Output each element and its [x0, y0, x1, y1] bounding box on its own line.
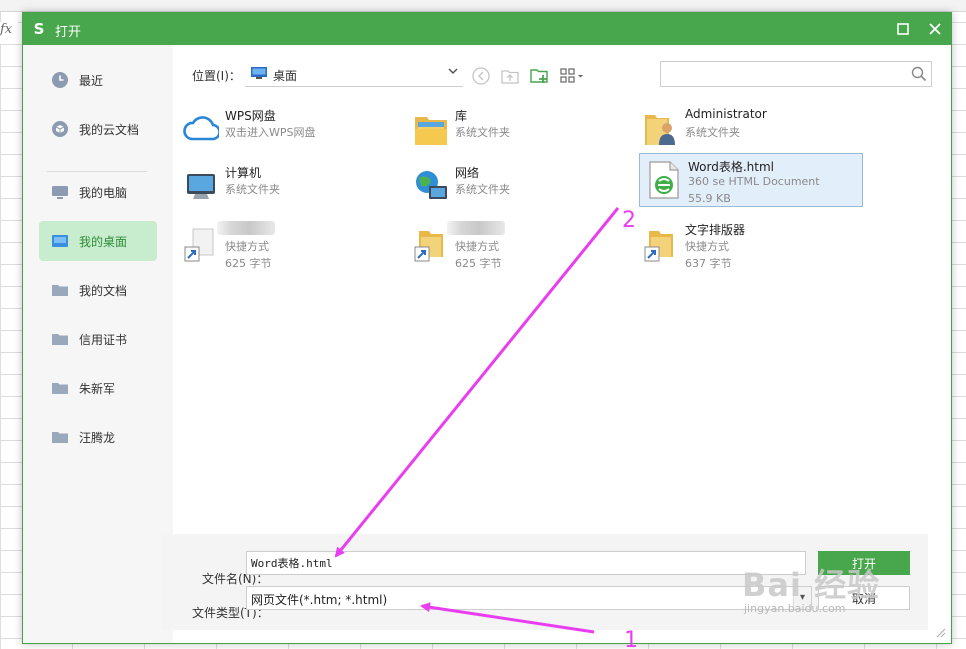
watermark-brand: Bai 经验 — [742, 566, 881, 604]
new-folder-icon — [530, 69, 548, 83]
desktop-icon — [251, 67, 267, 79]
sidebar-item-recent[interactable]: 最近 — [39, 60, 157, 100]
network-icon — [416, 171, 447, 199]
dialog-titlebar[interactable]: S 打开 — [23, 13, 951, 45]
file-name: 文字排版器 — [685, 223, 746, 237]
watermark-url: jingyan.baidu.com — [744, 602, 846, 615]
sidebar-item-credit-certificate[interactable]: 信用证书 — [39, 319, 157, 359]
sidebar-item-label: 我的桌面 — [79, 235, 128, 249]
back-button[interactable] — [470, 65, 492, 87]
desktop-icon — [52, 235, 68, 247]
file-name: 库 — [455, 109, 468, 123]
file-description: 双击进入WPS网盘 — [225, 126, 316, 139]
file-description: 系统文件夹 — [455, 126, 510, 139]
clock-icon — [52, 72, 68, 88]
resize-grip-icon[interactable] — [936, 628, 946, 638]
filetype-dropdown[interactable]: 网页文件(*.htm; *.html) ▾ — [246, 586, 812, 610]
sidebar-item-label: 朱新军 — [79, 382, 116, 396]
file-item-shortcut-2[interactable]: 快捷方式 625 字节 — [407, 217, 631, 271]
sidebar-item-my-documents[interactable]: 我的文档 — [39, 270, 157, 310]
folder-icon — [52, 285, 68, 296]
blurred-file-name — [447, 221, 505, 235]
html-document-icon — [649, 161, 679, 199]
search-field[interactable] — [660, 61, 932, 87]
wps-logo-icon: S — [33, 20, 45, 38]
file-item-text-typesetter[interactable]: 文字排版器 快捷方式 637 字节 — [637, 217, 861, 271]
computer-icon — [52, 186, 68, 199]
computer-icon — [187, 174, 215, 199]
back-arrow-icon — [472, 67, 490, 85]
file-name: 网络 — [455, 166, 480, 180]
search-icon — [911, 66, 927, 82]
view-mode-button[interactable] — [559, 65, 589, 87]
location-dropdown[interactable]: 桌面 — [245, 61, 463, 87]
sidebar-item-cloud-docs[interactable]: 我的云文档 — [39, 109, 157, 149]
sidebar: 最近 我的云文档 我的电脑 我的桌面 我的文档 信用证书 朱新军 汪腾龙 — [23, 45, 173, 643]
file-size: 55.9 KB — [688, 192, 731, 205]
shortcut-icon — [644, 231, 673, 262]
sidebar-item-wang-tenglong[interactable]: 汪腾龙 — [39, 417, 157, 457]
sidebar-item-label: 汪腾龙 — [79, 431, 116, 445]
folder-icon — [52, 383, 68, 394]
file-item-administrator[interactable]: Administrator 系统文件夹 — [637, 103, 861, 157]
dialog-title: 打开 — [55, 25, 82, 40]
folder-icon — [52, 432, 68, 443]
file-item-wps-cloud[interactable]: WPS网盘 双击进入WPS网盘 — [177, 103, 401, 157]
baidu-jingyan-watermark: Bai 经验 jingyan.baidu.com — [738, 556, 958, 626]
file-description: 系统文件夹 — [685, 126, 740, 139]
sidebar-item-zhu-xinjun[interactable]: 朱新军 — [39, 368, 157, 408]
up-folder-icon — [501, 70, 519, 84]
filename-input[interactable] — [246, 551, 806, 575]
formula-fx-label: fx — [0, 22, 18, 44]
file-size: 625 字节 — [225, 257, 272, 270]
shortcut-icon — [414, 231, 443, 262]
grid-view-icon — [560, 68, 583, 83]
file-item-library[interactable]: 库 系统文件夹 — [407, 103, 631, 157]
blurred-file-name — [217, 221, 275, 235]
sidebar-item-label: 最近 — [79, 74, 104, 88]
folder-icon — [52, 334, 68, 345]
annotation-label-2: 2 — [622, 208, 636, 233]
close-button[interactable] — [923, 17, 947, 41]
file-type: 360 se HTML Document — [688, 175, 820, 188]
file-name: WPS网盘 — [225, 109, 276, 123]
sidebar-item-label: 我的电脑 — [79, 186, 128, 200]
chevron-down-icon — [447, 65, 459, 80]
up-folder-button[interactable] — [499, 65, 521, 87]
maximize-button[interactable] — [891, 17, 915, 41]
file-size: 625 字节 — [455, 257, 502, 270]
cloud-icon — [183, 116, 219, 141]
file-description: 快捷方式 — [455, 240, 499, 253]
file-name: Word表格.html — [688, 160, 774, 174]
search-input[interactable] — [661, 62, 901, 86]
annotation-label-1: 1 — [624, 628, 638, 649]
user-folder-icon — [645, 115, 675, 145]
file-name: Administrator — [685, 107, 767, 121]
cloud-doc-icon — [52, 121, 68, 137]
file-name: 计算机 — [225, 166, 262, 180]
sidebar-item-label: 我的云文档 — [79, 123, 140, 137]
filetype-value: 网页文件(*.htm; *.html) — [251, 593, 388, 607]
file-description: 快捷方式 — [685, 240, 729, 253]
library-icon — [415, 117, 447, 145]
file-description: 系统文件夹 — [455, 183, 510, 196]
file-item-word-table-html[interactable]: Word表格.html 360 se HTML Document 55.9 KB — [639, 153, 863, 207]
file-item-shortcut-1[interactable]: 快捷方式 625 字节 — [177, 217, 401, 271]
sidebar-item-my-computer[interactable]: 我的电脑 — [39, 172, 157, 212]
location-value: 桌面 — [273, 69, 298, 83]
file-item-computer[interactable]: 计算机 系统文件夹 — [177, 160, 401, 214]
file-item-network[interactable]: 网络 系统文件夹 — [407, 160, 631, 214]
close-icon — [929, 23, 941, 35]
sidebar-item-my-desktop[interactable]: 我的桌面 — [39, 221, 157, 261]
sidebar-item-label: 我的文档 — [79, 284, 128, 298]
file-description: 系统文件夹 — [225, 183, 280, 196]
sidebar-item-label: 信用证书 — [79, 333, 128, 347]
spreadsheet-column-header — [0, 0, 966, 12]
file-description: 快捷方式 — [225, 240, 269, 253]
file-size: 637 字节 — [685, 257, 732, 270]
shortcut-icon — [184, 228, 214, 262]
new-folder-button[interactable] — [528, 65, 550, 87]
location-label: 位置(I)： — [192, 69, 241, 83]
maximize-icon — [897, 23, 909, 35]
